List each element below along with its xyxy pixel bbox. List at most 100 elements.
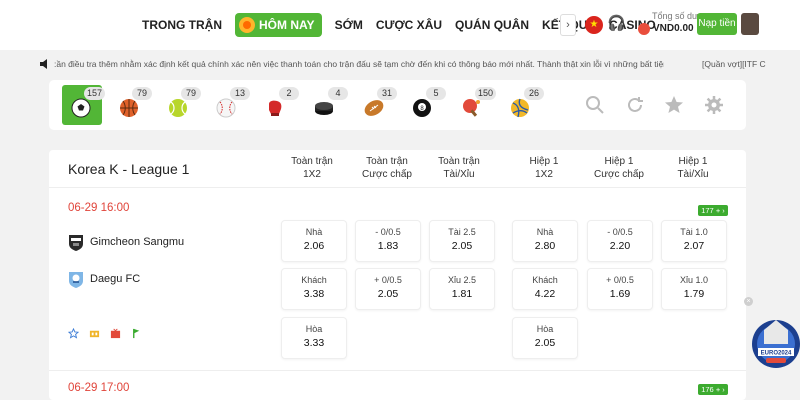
home-team[interactable]: Gimcheon Sangmu xyxy=(68,232,184,252)
nav-live[interactable]: TRONG TRẬN xyxy=(142,13,222,37)
odd-button[interactable]: + 0/0.5 2.05 xyxy=(355,268,421,310)
fire-icon xyxy=(239,17,255,33)
col-head-line1: Toàn trận xyxy=(291,156,333,167)
odd-button[interactable]: Tài 2.5 2.05 xyxy=(429,220,495,262)
odd-button[interactable]: Nhà 2.06 xyxy=(281,220,347,262)
search-icon[interactable] xyxy=(584,94,606,116)
settings-gear-icon[interactable] xyxy=(703,94,725,116)
american-football-icon xyxy=(364,100,384,116)
odd-button[interactable]: Xỉu 1.0 1.79 xyxy=(661,268,727,310)
odd-value: 2.07 xyxy=(683,240,705,252)
odd-button-draw[interactable]: Hòa 2.05 xyxy=(512,317,578,359)
col-head-line2: Cược chấp xyxy=(362,169,412,180)
nav-today[interactable]: HÔM NAY xyxy=(235,13,322,37)
marquee-tag: [Quần vợt][ITF C xyxy=(702,59,766,69)
odd-label: Nhà xyxy=(536,227,554,237)
league-card: Korea K - League 1 Toàn trận 1X2 Toàn tr… xyxy=(49,150,746,400)
match-time: 06-29 17:00 xyxy=(68,382,130,394)
odd-value: 2.05 xyxy=(451,240,473,252)
odd-label: Hòa xyxy=(536,324,554,334)
sport-baseball[interactable]: 13 xyxy=(213,85,253,125)
sport-count: 157 xyxy=(84,87,106,100)
odd-value: 3.33 xyxy=(303,337,325,349)
nav-today-label: HÔM NAY xyxy=(259,18,315,32)
speaker-icon xyxy=(40,59,47,69)
favorite-star-icon[interactable] xyxy=(663,94,685,116)
favorite-star-icon[interactable] xyxy=(68,328,79,339)
sport-table-tennis[interactable]: 150 xyxy=(458,85,498,125)
tennis-ball-icon xyxy=(169,99,187,117)
vietnam-flag-icon[interactable]: ★ xyxy=(585,16,603,34)
balance-label: Tổng số dư xyxy=(652,11,699,21)
daegu-logo-icon xyxy=(69,272,83,288)
row-divider xyxy=(49,370,746,371)
close-icon[interactable]: × xyxy=(744,297,753,306)
sport-basketball[interactable]: 79 xyxy=(115,85,155,125)
odd-value: 2.80 xyxy=(534,240,556,252)
more-markets-button[interactable]: 176 + › xyxy=(698,384,728,395)
col-ht-1x2: Hiệp 1 1X2 xyxy=(509,155,579,181)
euro2024-promo-badge[interactable]: EURO2024 xyxy=(744,296,800,380)
home-team-name: Gimcheon Sangmu xyxy=(90,236,185,248)
odd-label: Khách xyxy=(532,275,558,285)
baseball-icon xyxy=(216,98,236,118)
nav-outright[interactable]: QUÁN QUÂN xyxy=(455,13,529,37)
sport-count: 31 xyxy=(377,87,397,100)
sport-boxing[interactable]: 2 xyxy=(262,85,302,125)
odd-button[interactable]: + 0/0.5 1.69 xyxy=(587,268,653,310)
odd-value: 2.05 xyxy=(377,288,399,300)
col-head-line2: Cược chấp xyxy=(594,169,644,180)
stats-icon[interactable] xyxy=(89,328,100,339)
odd-button[interactable]: Xỉu 2.5 1.81 xyxy=(429,268,495,310)
sport-count: 13 xyxy=(230,87,250,100)
odd-button[interactable]: Khách 3.38 xyxy=(281,268,347,310)
odd-button[interactable]: Nhà 2.80 xyxy=(512,220,578,262)
odd-button[interactable]: Khách 4.22 xyxy=(512,268,578,310)
basketball-icon xyxy=(120,99,138,117)
col-head-line1: Hiệp 1 xyxy=(678,156,708,167)
odd-button[interactable]: Tài 1.0 2.07 xyxy=(661,220,727,262)
sport-american-football[interactable]: 31 xyxy=(360,85,400,125)
col-ht-handicap: Hiệp 1 Cược chấp xyxy=(584,155,654,181)
promo-text: EURO2024 xyxy=(761,351,792,357)
corner-flag-icon[interactable] xyxy=(131,328,142,339)
sport-count: 79 xyxy=(132,87,152,100)
league-header: Korea K - League 1 Toàn trận 1X2 Toàn tr… xyxy=(49,150,746,188)
nav-parlay[interactable]: CƯỢC XÂU xyxy=(376,13,442,37)
sport-soccer[interactable]: 157 xyxy=(62,85,106,125)
odd-label: Khách xyxy=(301,275,327,285)
announcement-marquee: :ần điều tra thêm nhằm xác định kết quả … xyxy=(0,50,800,78)
sport-volleyball[interactable]: 26 xyxy=(507,85,547,125)
odd-button[interactable]: - 0/0.5 1.83 xyxy=(355,220,421,262)
sport-tennis[interactable]: 79 xyxy=(164,85,204,125)
odd-label: Tài 2.5 xyxy=(448,227,476,237)
col-ft-handicap: Toàn trận Cược chấp xyxy=(352,155,422,181)
odd-label: - 0/0.5 xyxy=(607,227,633,237)
odd-value: 2.05 xyxy=(534,337,556,349)
league-name[interactable]: Korea K - League 1 xyxy=(68,161,189,177)
sport-billiards[interactable]: 8 5 xyxy=(409,85,449,125)
avatar[interactable] xyxy=(741,13,759,35)
col-head-line1: Toàn trận xyxy=(366,156,408,167)
nav-early[interactable]: SỚM xyxy=(335,13,363,37)
tv-icon[interactable] xyxy=(110,328,121,339)
col-head-line1: Hiệp 1 xyxy=(529,156,559,167)
odd-button[interactable]: - 0/0.5 2.20 xyxy=(587,220,653,262)
sport-count: 79 xyxy=(181,87,201,100)
col-head-line2: 1X2 xyxy=(303,169,321,180)
away-team-name: Daegu FC xyxy=(90,273,141,285)
more-markets-button[interactable]: 177 + › xyxy=(698,205,728,216)
odd-value: 3.38 xyxy=(303,288,325,300)
odd-value: 1.81 xyxy=(451,288,473,300)
sport-ice-hockey[interactable]: 4 xyxy=(311,85,351,125)
col-head-line2: 1X2 xyxy=(535,169,553,180)
odd-label: Xỉu 2.5 xyxy=(447,275,477,285)
odd-label: + 0/0.5 xyxy=(606,275,634,285)
headset-support-icon[interactable]: 🎧 xyxy=(607,15,626,33)
odd-button-draw[interactable]: Hòa 3.33 xyxy=(281,317,347,359)
away-team[interactable]: Daegu FC xyxy=(68,269,140,289)
coin-icon xyxy=(638,23,650,35)
nav-more-arrow-button[interactable]: › xyxy=(560,14,576,36)
refresh-icon[interactable] xyxy=(624,94,646,116)
deposit-button[interactable]: Nạp tiền xyxy=(697,13,737,35)
